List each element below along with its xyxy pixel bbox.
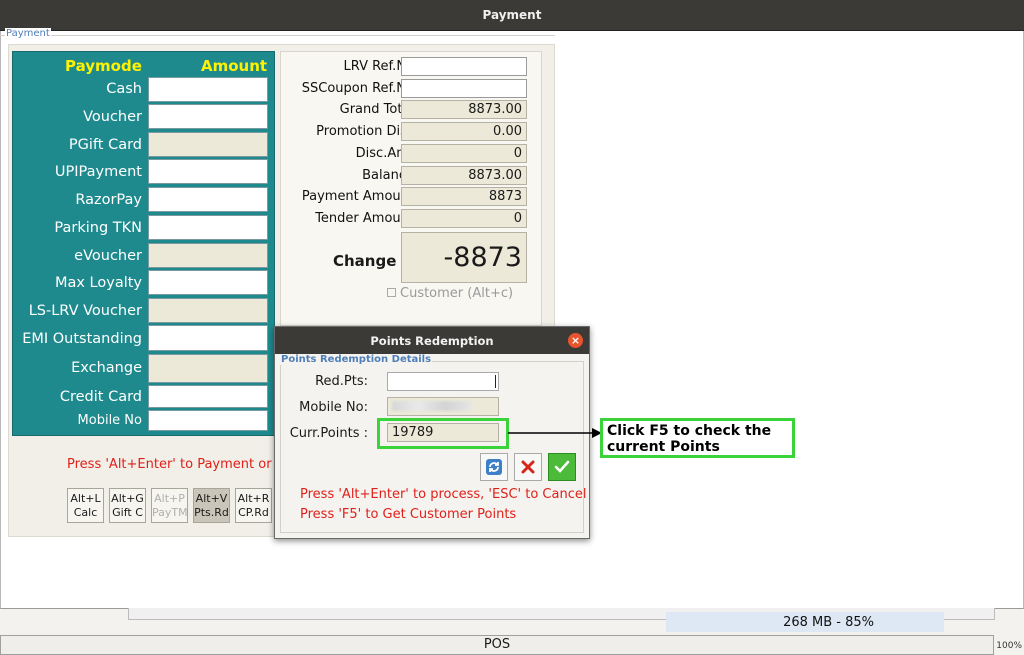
shortcut-key: Alt+L: [70, 492, 101, 505]
zoom-level: 100%: [996, 641, 1022, 651]
shortcut-key: Alt+R: [237, 492, 270, 505]
close-icon[interactable]: ×: [568, 333, 583, 348]
paytm-shortcut-button[interactable]: Alt+P PayTM: [151, 488, 188, 523]
ok-button[interactable]: [548, 453, 576, 481]
shortcut-key: Alt+P: [154, 492, 185, 505]
paymode-label-voucher: Voucher: [83, 109, 142, 125]
lrv-ref-input[interactable]: [401, 57, 527, 76]
paymode-label-pgift: PGift Card: [68, 137, 142, 153]
exchange-amount-input: [148, 354, 268, 383]
calc-shortcut-button[interactable]: Alt+L Calc: [67, 488, 104, 523]
refresh-icon: [486, 459, 502, 475]
curr-points-highlight: [377, 418, 509, 449]
evoucher-amount-input: [148, 243, 268, 268]
paymode-label-evoucher: eVoucher: [74, 248, 142, 264]
window-titlebar: Payment: [0, 0, 1024, 31]
balance-value: 8873.00: [401, 166, 527, 185]
max-loyalty-amount-input[interactable]: [148, 270, 268, 295]
shortcut-label: Pts.Rd: [194, 506, 229, 519]
redacted-mobile: [392, 401, 472, 411]
ls-lrv-amount-input: [148, 298, 268, 323]
shortcut-label: PayTM: [152, 506, 188, 519]
tender-amount-label: Tender Amount: [315, 211, 414, 226]
mobile-no-label: Mobile No:: [299, 400, 368, 415]
coupon-redemption-shortcut-button[interactable]: Alt+R CP.Rd: [235, 488, 272, 523]
paymode-label-max-loyalty: Max Loyalty: [54, 275, 142, 291]
paymode-label-mobile: Mobile No: [77, 413, 142, 428]
paymode-box: Paymode Amount Cash Voucher PGift Card U…: [12, 51, 275, 436]
payment-group-label: Payment: [5, 28, 51, 39]
curr-points-label: Curr.Points :: [289, 426, 368, 441]
shortcut-label: CP.Rd: [238, 506, 269, 519]
checkmark-icon: [554, 460, 570, 473]
shortcut-label: Gift C: [112, 506, 143, 519]
mobile-no-field: [387, 397, 499, 416]
paymode-label-razorpay: RazorPay: [75, 192, 142, 208]
parking-amount-input[interactable]: [148, 215, 268, 240]
paymode-label-cash: Cash: [106, 81, 142, 97]
upi-amount-input[interactable]: [148, 159, 268, 184]
dialog-title: Points Redemption: [370, 333, 494, 348]
shortcut-label: Calc: [73, 506, 98, 519]
refresh-button[interactable]: [480, 453, 508, 481]
gift-card-shortcut-button[interactable]: Alt+G Gift C: [109, 488, 146, 523]
sscoupon-ref-input[interactable]: [401, 79, 527, 98]
dialog-hint-f5: Press 'F5' to Get Customer Points: [300, 507, 517, 522]
annotation-arrow: [508, 428, 602, 438]
sscoupon-ref-label: SSCoupon Ref.No: [301, 81, 414, 96]
cash-amount-input[interactable]: [148, 77, 268, 102]
customer-checkbox[interactable]: Customer (Alt+c): [387, 286, 513, 301]
dialog-group-label: Points Redemption Details: [280, 354, 433, 365]
customer-checkbox-label: Customer (Alt+c): [400, 286, 514, 301]
paymode-label-credit-card: Credit Card: [59, 389, 142, 405]
close-icon: [521, 460, 535, 474]
amount-header: Amount: [201, 57, 268, 75]
change-value: -8873: [401, 232, 527, 283]
shortcut-key: Alt+G: [111, 492, 144, 505]
red-pts-label: Red.Pts:: [315, 374, 368, 389]
paymode-label-upi: UPIPayment: [54, 164, 142, 180]
dialog-hint-process: Press 'Alt+Enter' to process, 'ESC' to C…: [300, 487, 587, 502]
payment-hint: Press 'Alt+Enter' to Payment or ': [67, 457, 280, 472]
pgift-amount-input: [148, 132, 268, 157]
annotation-callout: Click F5 to check the current Points: [600, 418, 795, 458]
disc-amt-value: 0: [401, 144, 527, 163]
payment-amount-value: 8873: [401, 187, 527, 206]
dialog-titlebar: Points Redemption ×: [275, 327, 589, 354]
red-pts-input[interactable]: [387, 372, 499, 391]
payment-amount-label: Payment Amount: [301, 189, 414, 204]
memory-usage: 268 MB - 85%: [666, 612, 944, 632]
paymode-label-exchange: Exchange: [71, 360, 142, 376]
shortcut-key: Alt+V: [195, 492, 228, 505]
paymode-label-ls-lrv: LS-LRV Voucher: [28, 303, 142, 319]
paymode-label-parking: Parking TKN: [54, 220, 142, 236]
razorpay-amount-input[interactable]: [148, 187, 268, 212]
mobile-no-input[interactable]: [148, 410, 268, 431]
group-border: [0, 35, 555, 36]
window-title: Payment: [482, 8, 542, 22]
grand-total-value: 8873.00: [401, 100, 527, 119]
cancel-button[interactable]: [514, 453, 542, 481]
promotion-disc-value: 0.00: [401, 122, 527, 141]
text-caret: [495, 375, 496, 388]
credit-card-amount-input[interactable]: [148, 385, 268, 408]
tender-amount-value: 0: [401, 209, 527, 228]
taskbar-app-label[interactable]: POS: [0, 635, 994, 655]
checkbox-icon: [387, 288, 396, 297]
points-redemption-shortcut-button[interactable]: Alt+V Pts.Rd: [193, 488, 230, 523]
emi-amount-input[interactable]: [148, 325, 268, 351]
paymode-label-emi: EMI Outstanding: [22, 331, 142, 347]
paymode-header: Paymode: [65, 57, 142, 75]
voucher-amount-input[interactable]: [148, 104, 268, 129]
promotion-disc-label: Promotion Disc: [316, 124, 414, 139]
change-label: Change: [333, 252, 397, 270]
summary-panel: LRV Ref.No SSCoupon Ref.No Grand Total 8…: [280, 51, 542, 326]
